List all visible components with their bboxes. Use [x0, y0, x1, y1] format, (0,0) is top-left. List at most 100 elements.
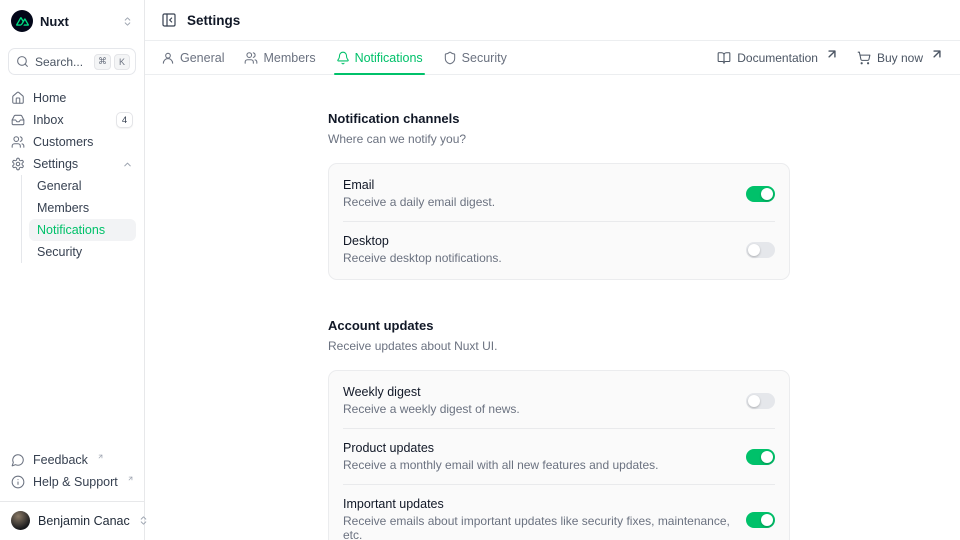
- section-title: Account updates: [328, 318, 790, 333]
- chevron-up-down-icon: [122, 16, 133, 27]
- chevron-up-icon: [122, 159, 133, 170]
- avatar: [11, 511, 30, 530]
- tab-label: Members: [263, 51, 315, 65]
- user-menu[interactable]: Benjamin Canac: [8, 502, 136, 532]
- workspace-name: Nuxt: [40, 14, 115, 29]
- setting-row-desktop: Desktop Receive desktop notifications.: [329, 222, 789, 277]
- search-kbd-shortcuts: ⌘ K: [94, 54, 130, 70]
- settings-content: Notification channels Where can we notif…: [145, 75, 960, 540]
- tab-label: Notifications: [355, 51, 423, 65]
- setting-label: Email: [343, 178, 732, 192]
- external-link-icon: [127, 475, 134, 482]
- tabs: General Members Notifications Security: [161, 41, 507, 74]
- sidebar-item-settings[interactable]: Settings: [8, 153, 136, 175]
- email-toggle[interactable]: [746, 186, 775, 202]
- sidebar-item-home[interactable]: Home: [8, 87, 136, 109]
- message-circle-icon: [11, 453, 25, 467]
- product-updates-toggle[interactable]: [746, 449, 775, 465]
- main-panel: Settings General Members Notifications: [145, 0, 960, 540]
- workspace-switcher[interactable]: Nuxt: [8, 8, 136, 34]
- feedback-label: Feedback: [33, 453, 88, 467]
- header-actions: Documentation Buy now: [717, 51, 944, 65]
- setting-label: Important updates: [343, 497, 732, 511]
- buy-now-link[interactable]: Buy now: [857, 51, 944, 65]
- setting-description: Receive a daily email digest.: [343, 195, 732, 209]
- toggle-knob: [761, 188, 773, 200]
- setting-text: Product updates Receive a monthly email …: [343, 441, 732, 472]
- setting-description: Receive emails about important updates l…: [343, 514, 732, 540]
- settings-card: Email Receive a daily email digest. Desk…: [328, 163, 790, 280]
- setting-label: Product updates: [343, 441, 732, 455]
- tab-notifications[interactable]: Notifications: [336, 41, 423, 74]
- home-icon: [11, 91, 25, 105]
- feedback-link[interactable]: Feedback: [8, 449, 136, 471]
- external-link-icon: [97, 453, 104, 460]
- toggle-knob: [761, 514, 773, 526]
- setting-row-product-updates: Product updates Receive a monthly email …: [329, 429, 789, 484]
- external-link-icon: [825, 47, 839, 61]
- sidebar: Nuxt Search... ⌘ K Home: [0, 0, 145, 540]
- users-icon: [11, 135, 25, 149]
- help-support-label: Help & Support: [33, 475, 118, 489]
- help-support-link[interactable]: Help & Support: [8, 471, 136, 493]
- sidebar-item-members[interactable]: Members: [29, 197, 136, 219]
- kbd-k: K: [114, 54, 130, 70]
- search-placeholder: Search...: [35, 55, 88, 69]
- sidebar-item-inbox[interactable]: Inbox 4: [8, 109, 136, 131]
- toggle-knob: [761, 451, 773, 463]
- tab-members[interactable]: Members: [244, 41, 315, 74]
- setting-description: Receive a monthly email with all new fea…: [343, 458, 732, 472]
- setting-text: Weekly digest Receive a weekly digest of…: [343, 385, 732, 416]
- user-icon: [161, 51, 175, 65]
- collapse-sidebar-button[interactable]: [161, 12, 177, 28]
- documentation-label: Documentation: [737, 51, 818, 65]
- sidebar-nav: Home Inbox 4 Customers Settings: [8, 87, 136, 263]
- section-notification-channels: Notification channels Where can we notif…: [328, 111, 790, 280]
- setting-text: Important updates Receive emails about i…: [343, 497, 732, 540]
- search-input[interactable]: Search... ⌘ K: [8, 48, 136, 75]
- sidebar-item-general[interactable]: General: [29, 175, 136, 197]
- setting-row-weekly-digest: Weekly digest Receive a weekly digest of…: [329, 373, 789, 428]
- user-name: Benjamin Canac: [38, 514, 130, 528]
- book-open-icon: [717, 51, 731, 65]
- sidebar-item-label: Customers: [33, 135, 133, 149]
- important-updates-toggle[interactable]: [746, 512, 775, 528]
- sidebar-item-security[interactable]: Security: [29, 241, 136, 263]
- setting-text: Desktop Receive desktop notifications.: [343, 234, 732, 265]
- inbox-count-badge: 4: [116, 112, 133, 128]
- shopping-cart-icon: [857, 51, 871, 65]
- setting-text: Email Receive a daily email digest.: [343, 178, 732, 209]
- settings-subnav: General Members Notifications Security: [21, 175, 136, 263]
- tab-general[interactable]: General: [161, 41, 224, 74]
- sidebar-item-customers[interactable]: Customers: [8, 131, 136, 153]
- setting-label: Weekly digest: [343, 385, 732, 399]
- documentation-link[interactable]: Documentation: [717, 51, 839, 65]
- tab-label: General: [180, 51, 224, 65]
- setting-row-important-updates: Important updates Receive emails about i…: [329, 485, 789, 540]
- sidebar-item-label: Home: [33, 91, 133, 105]
- sidebar-item-label: Settings: [33, 157, 114, 171]
- gear-icon: [11, 157, 25, 171]
- inbox-icon: [11, 113, 25, 127]
- search-icon: [16, 55, 29, 68]
- setting-description: Receive a weekly digest of news.: [343, 402, 732, 416]
- sidebar-item-notifications[interactable]: Notifications: [29, 219, 136, 241]
- section-subtitle: Receive updates about Nuxt UI.: [328, 339, 790, 353]
- weekly-digest-toggle[interactable]: [746, 393, 775, 409]
- kbd-cmd: ⌘: [94, 54, 111, 70]
- tab-security[interactable]: Security: [443, 41, 507, 74]
- nuxt-logo-icon: [11, 10, 33, 32]
- sidebar-spacer: [8, 263, 136, 449]
- app-window: Nuxt Search... ⌘ K Home: [0, 0, 960, 540]
- bell-icon: [336, 51, 350, 65]
- desktop-toggle[interactable]: [746, 242, 775, 258]
- info-circle-icon: [11, 475, 25, 489]
- toggle-knob: [748, 244, 760, 256]
- page-header: Settings: [145, 0, 960, 41]
- toggle-knob: [748, 395, 760, 407]
- section-title: Notification channels: [328, 111, 790, 126]
- tab-label: Security: [462, 51, 507, 65]
- setting-label: Desktop: [343, 234, 732, 248]
- sidebar-item-label: Inbox: [33, 113, 108, 127]
- settings-card: Weekly digest Receive a weekly digest of…: [328, 370, 790, 540]
